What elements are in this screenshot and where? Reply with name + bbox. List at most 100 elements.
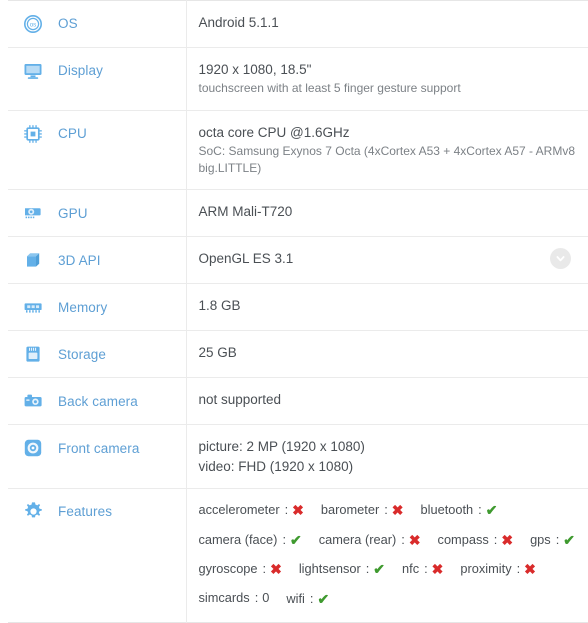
spec-label-cell-os: os OS (8, 0, 187, 48)
feature-separator: : (284, 501, 289, 517)
spec-value-cell-os: Android 5.1.1 (186, 1, 588, 48)
feature-name: camera (face) (198, 531, 278, 547)
check-icon: ✔ (317, 591, 330, 608)
cross-icon: ✖ (431, 561, 444, 578)
spec-label-os: OS (58, 16, 78, 32)
feature-item-camera-face: camera (face): ✔ (199, 532, 302, 547)
feature-value: 0 (262, 590, 270, 606)
spec-label-cell-front-camera: Front camera (8, 424, 187, 489)
table-row: os OS Android 5.1.1 (8, 0, 588, 48)
spec-value-cell-front-camera: picture: 2 MP (1920 x 1080) video: FHD (… (186, 425, 588, 488)
feature-name: nfc (402, 561, 420, 577)
gpu-card-icon (22, 202, 44, 224)
os-circle-icon: os (22, 13, 44, 35)
spec-value-cpu: octa core CPU @1.6GHz (198, 124, 350, 140)
feature-item-wifi: wifi: ✔ (286, 591, 329, 606)
spec-value-display: 1920 x 1080, 18.5" (198, 62, 312, 77)
feature-name: bluetooth (420, 501, 474, 517)
spec-value-memory: 1.8 GB (198, 298, 241, 314)
spec-label-features: Features (58, 504, 113, 520)
spec-label-memory: Memory (58, 299, 108, 315)
spec-label-cell-storage: Storage (8, 330, 187, 378)
feature-separator: : (254, 590, 259, 606)
cpu-chip-icon (22, 123, 44, 145)
spec-value-cell-display: 1920 x 1080, 18.5" touchscreen with at l… (186, 48, 588, 111)
feature-item-simcards: simcards:0 (198, 590, 270, 606)
feature-separator: : (424, 561, 428, 577)
spec-value-os: Android 5.1.1 (198, 15, 279, 30)
gear-icon (22, 501, 44, 523)
feature-separator: : (478, 501, 482, 517)
feature-name: proximity (460, 561, 512, 577)
table-row: GPU ARM Mali-T720 (8, 189, 588, 237)
feature-name: barometer (320, 501, 380, 517)
feature-separator: : (262, 561, 267, 577)
cross-icon: ✖ (292, 501, 304, 518)
spec-subvalue-display: touchscreen with at least 5 finger gestu… (198, 81, 461, 96)
spec-label-gpu: GPU (58, 205, 88, 221)
features-row: simcards:0 wifi: ✔ (199, 591, 576, 606)
spec-label-cell-3d-api: 3D API (8, 236, 187, 284)
spec-value-cell-3d-api: OpenGL ES 3.1 (186, 237, 588, 284)
spec-value-storage: 25 GB (198, 345, 237, 361)
feature-name: camera (rear) (318, 531, 397, 547)
features-list: accelerometer: ✖ barometer: ✖ bluetooth: ✔ cam… (199, 501, 576, 606)
spec-label-display: Display (58, 63, 103, 79)
table-row: CPU octa core CPU @1.6GHz SoC: Samsung E… (8, 110, 588, 190)
spec-label-cell-gpu: GPU (8, 189, 187, 237)
spec-value-cell-cpu: octa core CPU @1.6GHz SoC: Samsung Exyno… (186, 110, 588, 190)
cross-icon: ✖ (270, 561, 282, 578)
spec-label-3d-api: 3D API (58, 252, 101, 268)
feature-name: wifi (286, 591, 305, 607)
features-row: camera (face): ✔ camera (rear): ✖ compass: ✖ g… (199, 532, 576, 547)
spec-label-front-camera: Front camera (58, 440, 140, 456)
feature-name: lightsensor (298, 561, 361, 577)
spec-value-gpu: ARM Mali-T720 (198, 204, 293, 220)
check-icon: ✔ (290, 531, 302, 548)
spec-value-cell-memory: 1.8 GB (186, 284, 588, 331)
camera-front-icon (22, 437, 44, 459)
feature-separator: : (516, 561, 521, 577)
feature-name: simcards (198, 590, 250, 606)
feature-item-compass: compass: ✖ (438, 532, 514, 547)
table-row: Display 1920 x 1080, 18.5" touchscreen w… (8, 47, 588, 111)
feature-separator: : (365, 561, 370, 577)
table-row: Memory 1.8 GB (8, 283, 588, 331)
feature-name: compass (437, 531, 489, 547)
table-row: Features accelerometer: ✖ barometer: ✖ bluet… (8, 488, 588, 623)
feature-separator: : (401, 531, 405, 547)
feature-separator: : (282, 531, 286, 547)
feature-separator: : (309, 591, 314, 607)
storage-card-icon (22, 343, 44, 365)
cross-icon: ✖ (391, 501, 404, 518)
spec-value-cell-storage: 25 GB (186, 331, 588, 378)
spec-label-cell-features: Features (8, 488, 187, 623)
camera-back-icon (22, 390, 44, 412)
check-icon: ✔ (563, 531, 575, 548)
cross-icon: ✖ (408, 531, 421, 548)
spec-label-cell-memory: Memory (8, 283, 187, 331)
memory-ram-icon (22, 296, 44, 318)
table-row: Front camera picture: 2 MP (1920 x 1080)… (8, 424, 588, 489)
check-icon: ✔ (373, 561, 386, 578)
spec-value-cell-features: accelerometer: ✖ barometer: ✖ bluetooth: ✔ cam… (186, 488, 588, 622)
feature-name: accelerometer (198, 501, 280, 517)
spec-value-back-camera: not supported (198, 392, 282, 408)
feature-name: gps (530, 531, 551, 547)
features-row: accelerometer: ✖ barometer: ✖ bluetooth: ✔ (199, 502, 576, 517)
spec-subvalue-front-camera: video: FHD (1920 x 1080) (198, 458, 354, 474)
spec-table-body: os OS Android 5.1.1 Display 1920 x 1080,… (8, 0, 588, 623)
spec-label-cpu: CPU (58, 125, 87, 141)
feature-name: gyroscope (198, 561, 258, 577)
spec-label-cell-back-camera: Back camera (8, 377, 187, 425)
spec-label-cell-display: Display (8, 47, 187, 111)
cross-icon: ✖ (524, 561, 536, 578)
spec-value-front-camera: picture: 2 MP (1920 x 1080) (198, 439, 365, 455)
feature-item-barometer: barometer: ✖ (321, 502, 404, 517)
table-row: Storage 25 GB (8, 330, 588, 378)
spec-subvalue-cpu: SoC: Samsung Exynos 7 Octa (4xCortex A53… (198, 143, 576, 176)
feature-separator: : (555, 531, 560, 547)
feature-separator: : (493, 531, 498, 547)
spec-label-cell-cpu: CPU (8, 110, 187, 190)
feature-item-camera-rear: camera (rear): ✖ (319, 532, 421, 547)
